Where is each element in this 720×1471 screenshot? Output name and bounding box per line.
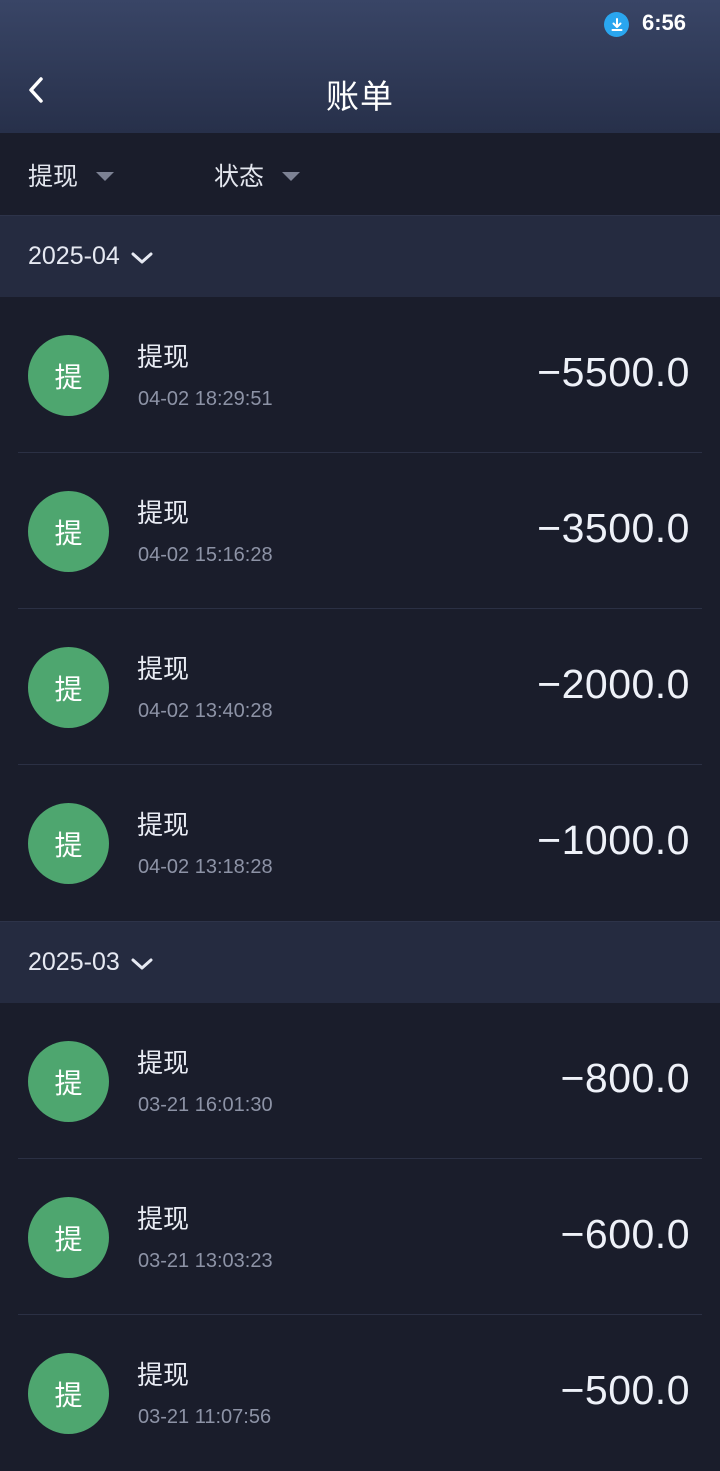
withdraw-avatar: 提 xyxy=(28,803,109,884)
status-time: 6:56 xyxy=(642,10,687,35)
transaction-amount: −500.0 xyxy=(560,1367,690,1413)
transaction-row[interactable]: 提 提现 04-02 18:29:51 −5500.0 xyxy=(0,297,720,453)
chevron-down-icon xyxy=(131,958,153,969)
transaction-amount: −600.0 xyxy=(560,1211,690,1257)
transaction-title: 提现 xyxy=(137,1205,190,1235)
transaction-amount: −800.0 xyxy=(560,1055,690,1101)
chevron-down-icon xyxy=(131,252,153,263)
transaction-amount: −1000.0 xyxy=(537,817,690,863)
withdraw-avatar: 提 xyxy=(28,1041,109,1122)
transaction-amount: −5500.0 xyxy=(537,349,690,395)
month-header-2025-03[interactable]: 2025-03 xyxy=(0,921,720,1003)
download-icon xyxy=(604,12,629,37)
nav-bar: 账单 xyxy=(0,50,720,133)
transaction-row[interactable]: 提 提现 03-21 16:01:30 −800.0 xyxy=(0,1003,720,1159)
type-filter-label: 提现 xyxy=(28,162,79,191)
page-title: 账单 xyxy=(326,77,394,116)
transaction-title: 提现 xyxy=(137,1361,190,1391)
transaction-row[interactable]: 提 提现 03-21 13:03:23 −600.0 xyxy=(0,1159,720,1315)
transaction-row[interactable]: 提 提现 04-02 13:40:28 −2000.0 xyxy=(0,609,720,765)
transaction-title: 提现 xyxy=(137,499,190,529)
withdraw-avatar: 提 xyxy=(28,491,109,572)
transaction-time: 03-21 16:01:30 xyxy=(138,1094,273,1116)
caret-down-icon xyxy=(96,171,115,181)
withdraw-avatar: 提 xyxy=(28,647,109,728)
status-filter-label: 状态 xyxy=(214,162,265,191)
withdraw-avatar: 提 xyxy=(28,1197,109,1278)
month-label: 2025-04 xyxy=(28,242,120,270)
withdraw-avatar: 提 xyxy=(28,335,109,416)
transaction-time: 04-02 18:29:51 xyxy=(138,388,273,410)
transaction-title: 提现 xyxy=(137,811,190,841)
withdraw-avatar: 提 xyxy=(28,1353,109,1434)
month-header-2025-04[interactable]: 2025-04 xyxy=(0,215,720,297)
type-filter-dropdown[interactable]: 提现 xyxy=(28,157,115,193)
transaction-amount: −2000.0 xyxy=(537,661,690,707)
caret-down-icon xyxy=(282,171,301,181)
transaction-title: 提现 xyxy=(137,655,190,685)
transaction-time: 03-21 11:07:56 xyxy=(138,1406,272,1428)
filter-bar: 提现 状态 xyxy=(0,133,720,215)
status-bar: 6:56 xyxy=(0,0,720,50)
transaction-title: 提现 xyxy=(137,1049,190,1079)
month-label: 2025-03 xyxy=(28,948,120,976)
transaction-title: 提现 xyxy=(137,343,190,373)
transaction-time: 04-02 13:18:28 xyxy=(138,856,273,878)
top-bar: 6:56 账单 xyxy=(0,0,720,133)
transaction-row[interactable]: 提 提现 04-02 13:18:28 −1000.0 xyxy=(0,765,720,921)
transaction-time: 04-02 15:16:28 xyxy=(138,544,273,566)
status-filter-dropdown[interactable]: 状态 xyxy=(214,157,301,193)
transaction-row[interactable]: 提 提现 04-02 15:16:28 −3500.0 xyxy=(0,453,720,609)
transaction-time: 03-21 13:03:23 xyxy=(138,1250,273,1272)
transaction-time: 04-02 13:40:28 xyxy=(138,700,273,722)
transaction-amount: −3500.0 xyxy=(537,505,690,551)
